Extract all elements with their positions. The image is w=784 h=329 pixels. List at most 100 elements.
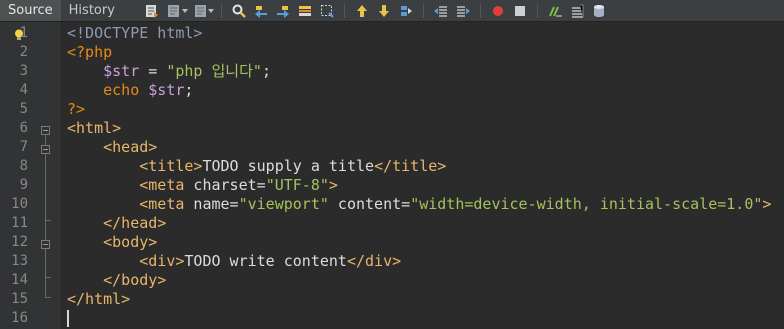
code-line-10: <meta name="viewport" content="width=dev…: [67, 195, 771, 214]
tag-token: <head>: [103, 138, 158, 156]
previous-bookmark-icon[interactable]: [351, 0, 373, 22]
php-close-token: ?>: [67, 100, 86, 118]
toggle-highlight-icon[interactable]: [294, 0, 316, 22]
line-number: 1: [19, 25, 28, 41]
back-dropdown-icon[interactable]: [181, 8, 189, 13]
code-line-2: <?php: [67, 43, 112, 62]
line-number: 11: [11, 215, 28, 231]
shift-left-icon[interactable]: [430, 0, 452, 22]
tag-token: <title>: [139, 157, 203, 175]
code-editor[interactable]: 1 2 3 4 5 6 7 8 9 10 11 12 13 14 15 16 <…: [0, 22, 784, 329]
toolbar-buttons: [141, 0, 610, 21]
line-number: 15: [11, 291, 28, 307]
shift-right-icon[interactable]: [452, 0, 474, 22]
string-token: "width=device-width, initial-scale=1.0": [410, 195, 763, 213]
tag-token: <html>: [67, 119, 122, 137]
tag-token: <meta: [139, 195, 185, 213]
start-macro-icon[interactable]: [487, 0, 509, 22]
line-number: 10: [11, 196, 28, 212]
last-edit-icon[interactable]: [141, 0, 163, 22]
code-line-5: ?>: [67, 100, 85, 119]
line-number: 7: [19, 139, 28, 155]
fold-toggle-head[interactable]: [41, 145, 50, 154]
code-line-15: </html>: [67, 290, 130, 309]
line-number: 9: [19, 177, 28, 193]
database-icon[interactable]: [588, 0, 610, 22]
toolbar-separator: [536, 3, 538, 18]
tag-token: >: [762, 195, 772, 213]
toolbar-separator: [343, 3, 345, 18]
line-number-gutter: 1 2 3 4 5 6 7 8 9 10 11 12 13 14 15 16: [0, 22, 60, 329]
line-number: 13: [11, 253, 28, 269]
operator-token: =: [139, 62, 167, 80]
forward-dropdown-icon[interactable]: [207, 8, 215, 13]
code-area[interactable]: <!DOCTYPE html> <?php $str = "php 입니다"; …: [60, 22, 784, 329]
fold-toggle-body[interactable]: [41, 240, 50, 249]
code-line-4: echo $str;: [67, 81, 193, 100]
toggle-bookmark-icon[interactable]: [395, 0, 417, 22]
attribute-token: name=: [184, 195, 239, 213]
line-number: 3: [19, 63, 28, 79]
semicolon-token: ;: [261, 62, 271, 80]
tag-token: </body>: [103, 271, 167, 289]
toolbar-separator: [220, 3, 222, 18]
code-line-13: <div>TODO write content</div>: [67, 252, 401, 271]
code-line-14: </body>: [67, 271, 166, 290]
variable-token: $str: [103, 62, 140, 80]
tab-history[interactable]: History: [61, 0, 123, 21]
text-token: TODO supply a title: [202, 157, 375, 175]
string-token: "UTF-8": [265, 176, 329, 194]
fold-end: [45, 297, 51, 298]
line-number: 8: [19, 158, 28, 174]
toggle-rect-selection-icon[interactable]: [316, 0, 338, 22]
tag-token: </head>: [103, 214, 167, 232]
uncomment-icon[interactable]: [566, 0, 588, 22]
tag-token: <body>: [103, 233, 158, 251]
fold-line: [45, 135, 46, 145]
tag-token: </title>: [374, 157, 447, 175]
next-bookmark-icon[interactable]: [373, 0, 395, 22]
tag-token: </div>: [346, 252, 402, 270]
line-number: 16: [11, 310, 28, 326]
semicolon-token: ;: [184, 81, 194, 99]
line-number: 5: [19, 101, 28, 117]
fold-line: [45, 249, 46, 277]
stop-macro-icon[interactable]: [509, 0, 531, 22]
tag-token: </html>: [67, 290, 131, 308]
string-token: "viewport": [238, 195, 329, 213]
text-caret: [67, 310, 69, 327]
attribute-token: charset=: [184, 176, 266, 194]
fold-toggle-html[interactable]: [41, 126, 50, 135]
variable-token: $str: [148, 81, 185, 99]
find-next-icon[interactable]: [272, 0, 294, 22]
code-line-1: <!DOCTYPE html>: [67, 24, 202, 43]
tab-source[interactable]: Source: [0, 0, 61, 21]
tag-token: <div>: [139, 252, 185, 270]
line-number: 6: [19, 120, 28, 136]
doctype-token: <!DOCTYPE html>: [67, 24, 203, 42]
tag-token: >: [328, 176, 338, 194]
line-number: 2: [19, 44, 28, 60]
keyword-token: echo: [103, 81, 140, 99]
code-line-7: <head>: [67, 138, 157, 157]
code-line-12: <body>: [67, 233, 157, 252]
comment-icon[interactable]: [544, 0, 566, 22]
text-token: TODO write content: [184, 252, 347, 270]
php-open-token: <?php: [67, 43, 113, 61]
find-icon[interactable]: [228, 0, 250, 22]
line-number: 4: [19, 82, 28, 98]
find-previous-icon[interactable]: [250, 0, 272, 22]
tag-token: <meta: [139, 176, 185, 194]
line-number: 14: [11, 272, 28, 288]
fold-line: [45, 154, 46, 220]
fold-line: [45, 277, 46, 297]
string-token: "php 입니다": [166, 62, 262, 80]
